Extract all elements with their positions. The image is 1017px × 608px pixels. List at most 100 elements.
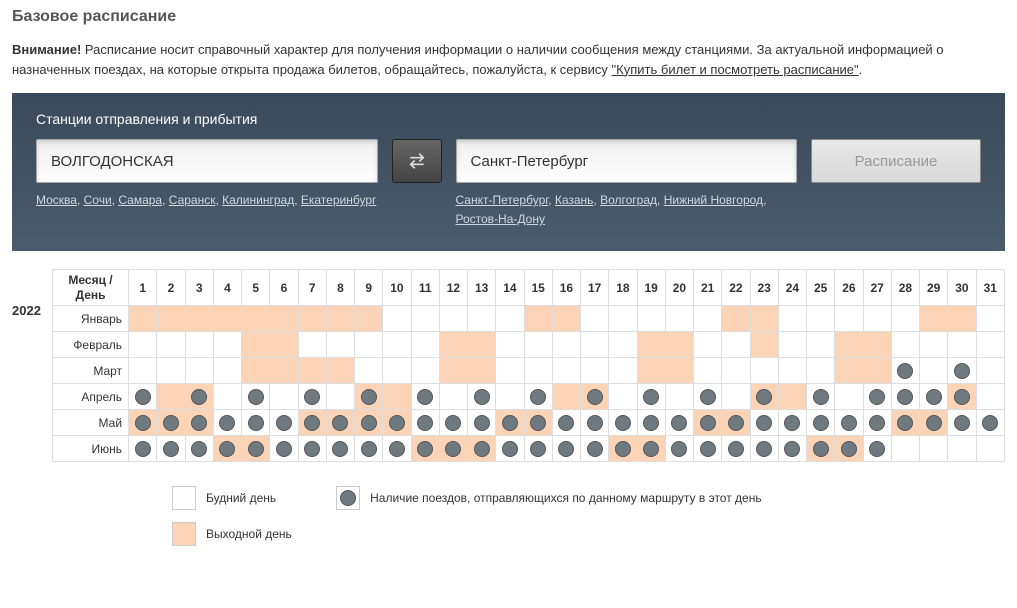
train-dot-icon	[389, 415, 405, 431]
day-cell	[157, 332, 185, 358]
day-cell	[581, 358, 609, 384]
day-cell	[835, 410, 863, 436]
train-dot-icon	[615, 441, 631, 457]
train-dot-icon	[417, 415, 433, 431]
day-cell	[439, 410, 467, 436]
day-cell	[157, 436, 185, 462]
day-cell	[891, 306, 919, 332]
quick-link[interactable]: Сочи	[84, 193, 112, 207]
day-cell	[637, 306, 665, 332]
day-cell	[298, 384, 326, 410]
day-header: 31	[976, 270, 1004, 306]
day-cell	[750, 410, 778, 436]
quick-link[interactable]: Казань	[555, 193, 594, 207]
from-station-input[interactable]	[36, 139, 378, 183]
day-cell	[807, 384, 835, 410]
day-cell	[891, 358, 919, 384]
train-dot-icon	[304, 441, 320, 457]
day-cell	[976, 384, 1004, 410]
day-cell	[242, 306, 270, 332]
day-header: 29	[920, 270, 948, 306]
quick-link[interactable]: Екатеринбург	[301, 193, 377, 207]
train-dot-icon	[869, 441, 885, 457]
day-header: 2	[157, 270, 185, 306]
train-dot-icon	[474, 415, 490, 431]
day-cell	[270, 410, 298, 436]
day-header: 6	[270, 270, 298, 306]
train-dot-icon	[869, 389, 885, 405]
day-cell	[609, 436, 637, 462]
legend-holiday-box	[172, 522, 196, 546]
schedule-button[interactable]: Расписание	[811, 139, 981, 183]
table-row: Июнь	[53, 436, 1005, 462]
day-cell	[552, 358, 580, 384]
day-cell	[976, 332, 1004, 358]
train-dot-icon	[954, 363, 970, 379]
notice-tail: .	[859, 62, 863, 77]
train-dot-icon	[671, 415, 687, 431]
day-cell	[298, 410, 326, 436]
day-header: 22	[722, 270, 750, 306]
day-cell	[213, 358, 241, 384]
quick-link[interactable]: Калининград	[222, 193, 294, 207]
quick-link[interactable]: Ростов-На-Дону	[456, 212, 545, 226]
quick-link[interactable]: Самара	[118, 193, 162, 207]
day-cell	[129, 436, 157, 462]
train-dot-icon	[502, 441, 518, 457]
quick-link[interactable]: Волгоград	[600, 193, 657, 207]
day-header: 30	[948, 270, 976, 306]
day-cell	[807, 306, 835, 332]
day-cell	[242, 384, 270, 410]
day-cell	[129, 410, 157, 436]
year-label: 2022	[12, 269, 52, 462]
train-dot-icon	[361, 441, 377, 457]
day-cell	[581, 306, 609, 332]
day-cell	[298, 436, 326, 462]
month-label: Апрель	[53, 384, 129, 410]
day-header: 12	[439, 270, 467, 306]
day-cell	[863, 358, 891, 384]
train-dot-icon	[445, 441, 461, 457]
day-cell	[242, 436, 270, 462]
quick-link[interactable]: Москва	[36, 193, 77, 207]
train-dot-icon	[671, 441, 687, 457]
train-dot-icon	[248, 441, 264, 457]
table-row: Май	[53, 410, 1005, 436]
day-cell	[355, 436, 383, 462]
day-cell	[637, 358, 665, 384]
day-header: 14	[496, 270, 524, 306]
day-cell	[807, 410, 835, 436]
day-cell	[270, 358, 298, 384]
day-header: 13	[468, 270, 496, 306]
quick-link[interactable]: Санкт-Петербург	[456, 193, 549, 207]
day-cell	[298, 358, 326, 384]
day-cell	[637, 332, 665, 358]
day-cell	[976, 410, 1004, 436]
swap-stations-button[interactable]	[392, 139, 442, 183]
month-label: Январь	[53, 306, 129, 332]
day-cell	[976, 306, 1004, 332]
day-cell	[948, 436, 976, 462]
day-cell	[524, 436, 552, 462]
day-cell	[665, 332, 693, 358]
day-cell	[778, 358, 806, 384]
day-cell	[496, 306, 524, 332]
quick-link[interactable]: Нижний Новгород	[664, 193, 763, 207]
train-dot-icon	[756, 415, 772, 431]
train-dot-icon	[502, 415, 518, 431]
notice-link[interactable]: "Купить билет и посмотреть расписание"	[612, 62, 859, 77]
day-cell	[129, 306, 157, 332]
day-cell	[835, 332, 863, 358]
day-cell	[835, 436, 863, 462]
day-header: 16	[552, 270, 580, 306]
day-cell	[439, 332, 467, 358]
quick-link[interactable]: Саранск	[169, 193, 216, 207]
train-dot-icon	[276, 415, 292, 431]
day-cell	[778, 436, 806, 462]
day-header: 20	[665, 270, 693, 306]
train-dot-icon	[926, 415, 942, 431]
month-label: Июнь	[53, 436, 129, 462]
stations-panel: Станции отправления и прибытия Москва, С…	[12, 93, 1005, 251]
day-header: 18	[609, 270, 637, 306]
to-station-input[interactable]	[456, 139, 798, 183]
